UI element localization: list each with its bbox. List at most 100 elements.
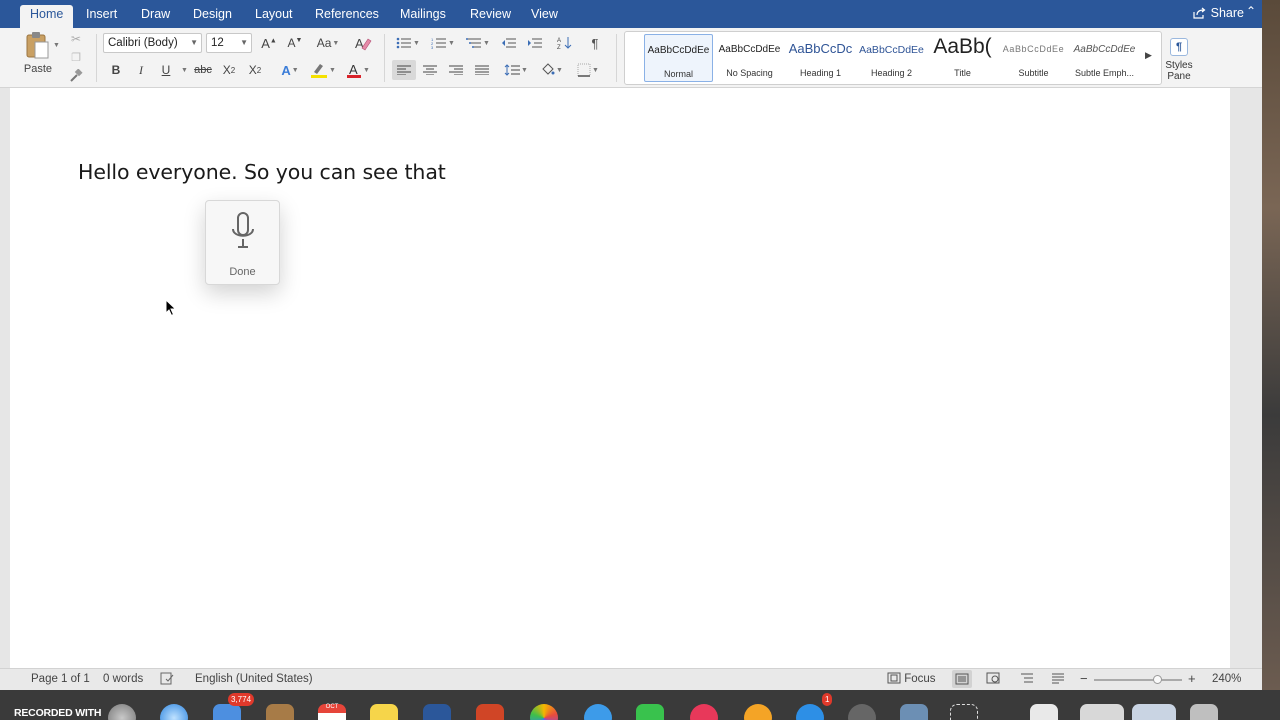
style-subtle-emphasis[interactable]: AaBbCcDdEe Subtle Emph... bbox=[1070, 34, 1139, 82]
outline-view-button[interactable] bbox=[1020, 672, 1034, 687]
font-color-button[interactable]: A ▼ bbox=[342, 61, 374, 79]
show-formatting-button[interactable]: ¶ bbox=[585, 34, 605, 52]
screenshot-icon[interactable] bbox=[950, 704, 978, 720]
superscript-button[interactable]: X2 bbox=[245, 61, 265, 79]
cut-button[interactable]: ✂ bbox=[68, 32, 84, 46]
bullet-list-icon bbox=[396, 37, 412, 49]
change-case-button[interactable]: Aa ▼ bbox=[314, 34, 342, 52]
itunes-icon[interactable] bbox=[690, 704, 718, 720]
share-button[interactable]: Share bbox=[1193, 6, 1244, 20]
notes-icon[interactable] bbox=[370, 704, 398, 720]
sort-button[interactable]: AZ bbox=[554, 34, 576, 52]
focus-button[interactable]: Focus bbox=[887, 672, 936, 685]
preview-icon[interactable] bbox=[900, 704, 928, 720]
zoom-out-button[interactable]: − bbox=[1080, 671, 1088, 686]
shading-button[interactable]: ▼ bbox=[536, 60, 568, 80]
decrease-indent-button[interactable] bbox=[498, 34, 520, 52]
app-store-icon[interactable] bbox=[796, 704, 824, 720]
draft-view-button[interactable] bbox=[1051, 672, 1065, 687]
shrink-font-button[interactable]: A▼ bbox=[284, 34, 306, 52]
messages-icon[interactable] bbox=[584, 704, 612, 720]
zoom-slider-thumb[interactable] bbox=[1153, 675, 1163, 684]
tab-draw[interactable]: Draw bbox=[131, 5, 180, 28]
print-layout-view-button[interactable] bbox=[952, 670, 972, 688]
gallery-next-button[interactable]: ▶ bbox=[1145, 50, 1152, 61]
document-page[interactable]: Hello everyone. So you can see that bbox=[10, 88, 1230, 668]
trash-icon[interactable] bbox=[1190, 704, 1218, 720]
language-status[interactable]: English (United States) bbox=[195, 673, 313, 685]
bullets-button[interactable]: ▼ bbox=[392, 34, 424, 52]
document-text[interactable]: Hello everyone. So you can see that bbox=[78, 160, 446, 184]
style-normal[interactable]: AaBbCcDdEe Normal bbox=[644, 34, 713, 82]
calendar-icon[interactable]: OCT bbox=[318, 704, 346, 720]
tab-home[interactable]: Home bbox=[20, 5, 74, 28]
paste-button[interactable]: ▼ bbox=[22, 30, 60, 60]
tab-layout[interactable]: Layout bbox=[245, 5, 303, 28]
line-spacing-button[interactable]: ▼ bbox=[500, 60, 532, 80]
align-left-button[interactable] bbox=[392, 60, 416, 80]
dictation-done-button[interactable]: Done bbox=[206, 266, 279, 278]
grow-font-button[interactable]: A▲ bbox=[258, 34, 280, 52]
zoom-level[interactable]: 240% bbox=[1212, 673, 1241, 685]
font-name-combo[interactable]: Calibri (Body) ▼ bbox=[103, 33, 202, 53]
contacts-icon[interactable] bbox=[266, 704, 294, 720]
tab-insert[interactable]: Insert bbox=[76, 5, 127, 28]
web-layout-view-button[interactable] bbox=[986, 672, 1000, 687]
clear-formatting-icon: A bbox=[355, 36, 372, 51]
align-center-button[interactable] bbox=[419, 60, 441, 80]
collapse-ribbon-button[interactable]: ⌃ bbox=[1244, 4, 1258, 18]
style-no-spacing[interactable]: AaBbCcDdEe No Spacing bbox=[715, 34, 784, 82]
style-name: Subtitle bbox=[1018, 68, 1049, 78]
style-heading-2[interactable]: AaBbCcDdEe Heading 2 bbox=[857, 34, 926, 82]
clear-formatting-button[interactable]: A bbox=[352, 34, 374, 52]
photos-icon[interactable] bbox=[530, 704, 558, 720]
tab-mailings[interactable]: Mailings bbox=[390, 5, 456, 28]
word-icon[interactable] bbox=[423, 704, 451, 720]
change-case-icon: Aa bbox=[316, 36, 332, 50]
paste-label: Paste bbox=[23, 63, 53, 75]
align-right-button[interactable] bbox=[445, 60, 467, 80]
style-title[interactable]: AaBb( Title bbox=[928, 34, 997, 82]
page-count[interactable]: Page 1 of 1 bbox=[31, 673, 90, 685]
minimized-window-icon[interactable] bbox=[1080, 704, 1124, 720]
bold-button[interactable]: B bbox=[107, 61, 125, 79]
multilevel-list-button[interactable]: ▼ bbox=[462, 34, 494, 52]
style-subtitle[interactable]: AaBbCcDdEe Subtitle bbox=[999, 34, 1068, 82]
word-count[interactable]: 0 words bbox=[103, 673, 143, 685]
increase-indent-button[interactable] bbox=[524, 34, 546, 52]
justify-button[interactable] bbox=[471, 60, 493, 80]
underline-options-dropdown[interactable]: ▼ bbox=[179, 64, 189, 76]
launchpad-icon[interactable] bbox=[108, 704, 136, 720]
style-heading-1[interactable]: AaBbCcDc Heading 1 bbox=[786, 34, 855, 82]
ibooks-icon[interactable] bbox=[744, 704, 772, 720]
tab-design[interactable]: Design bbox=[183, 5, 242, 28]
document-icon[interactable] bbox=[1030, 704, 1058, 720]
highlight-button[interactable]: ▼ bbox=[308, 61, 338, 79]
zoom-in-button[interactable]: + bbox=[1188, 671, 1196, 686]
mail-icon[interactable] bbox=[213, 704, 241, 720]
svg-text:3: 3 bbox=[431, 45, 434, 49]
underline-button[interactable]: U bbox=[157, 61, 175, 79]
safari-icon[interactable] bbox=[160, 704, 188, 720]
facetime-icon[interactable] bbox=[636, 704, 664, 720]
decrease-font-icon: A▼ bbox=[287, 36, 303, 50]
system-preferences-icon[interactable] bbox=[848, 704, 876, 720]
copy-button[interactable]: ❐ bbox=[68, 50, 84, 64]
strikethrough-button[interactable]: abc bbox=[192, 61, 214, 79]
format-painter-button[interactable] bbox=[67, 68, 85, 84]
chevron-down-icon: ▼ bbox=[291, 66, 299, 74]
text-effects-button[interactable]: A ▼ bbox=[276, 61, 304, 79]
zoom-slider[interactable] bbox=[1094, 675, 1182, 684]
tab-references[interactable]: References bbox=[305, 5, 389, 28]
proofing-icon[interactable] bbox=[160, 672, 174, 688]
borders-button[interactable]: ▼ bbox=[572, 60, 604, 80]
tab-view[interactable]: View bbox=[521, 5, 568, 28]
styles-pane-button[interactable]: ¶ Styles Pane bbox=[1163, 32, 1195, 82]
numbering-button[interactable]: 123 ▼ bbox=[427, 34, 459, 52]
minimized-window-icon[interactable] bbox=[1132, 704, 1176, 720]
subscript-button[interactable]: X2 bbox=[219, 61, 239, 79]
italic-button[interactable]: I bbox=[132, 61, 150, 79]
font-size-combo[interactable]: 12 ▼ bbox=[206, 33, 252, 53]
tab-review[interactable]: Review bbox=[460, 5, 521, 28]
powerpoint-icon[interactable] bbox=[476, 704, 504, 720]
